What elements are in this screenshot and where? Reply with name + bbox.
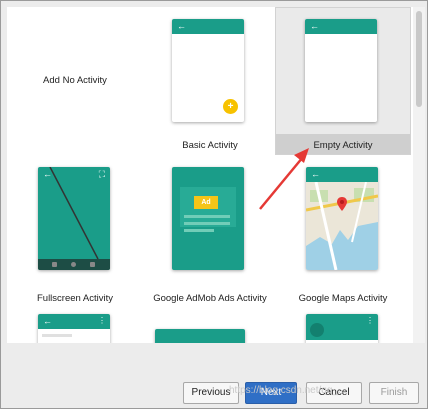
watermark-text: https://blog.csdn.net/qq_... [229, 385, 347, 396]
new-project-dialog: Add No Activity ← + Basic Activity ← Emp… [0, 0, 428, 409]
finish-button[interactable]: Finish [369, 382, 419, 404]
scrollbar-thumb[interactable] [416, 11, 422, 107]
annotation-arrow [259, 148, 309, 210]
activity-template-gallery: Add No Activity ← + Basic Activity ← Emp… [7, 7, 413, 343]
